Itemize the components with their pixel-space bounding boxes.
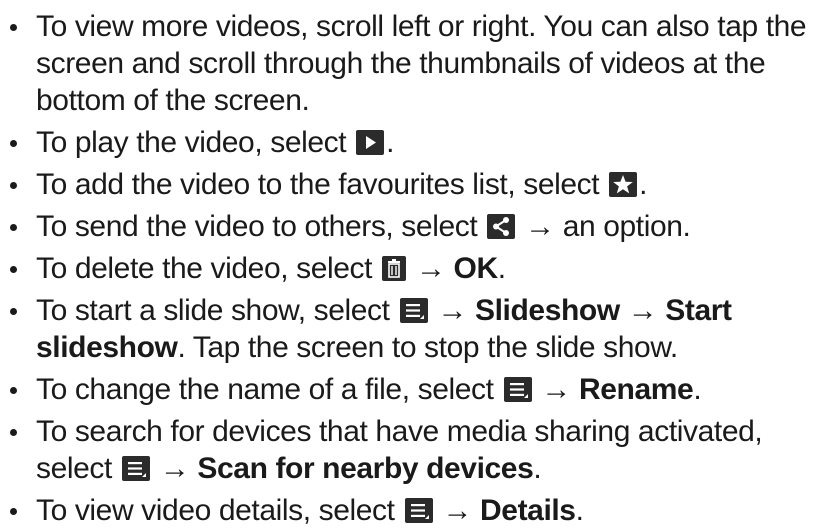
list-item: To search for devices that have media sh… bbox=[0, 413, 817, 487]
instruction-list: To view more videos, scroll left or righ… bbox=[0, 0, 817, 529]
list-item: To add the video to the favourites list,… bbox=[0, 166, 817, 203]
item-text: To add the video to the favourites list,… bbox=[36, 168, 600, 201]
star-icon bbox=[609, 172, 638, 197]
list-item: To start a slide show, select → Slidesho… bbox=[0, 292, 817, 366]
trash-icon bbox=[382, 256, 407, 281]
item-text-end: . bbox=[639, 168, 648, 201]
item-text: To send the video to others, select bbox=[36, 210, 478, 243]
arrow-text: → bbox=[429, 294, 475, 327]
item-text: To start a slide show, select bbox=[36, 294, 390, 327]
item-text: To delete the video, select bbox=[36, 252, 373, 285]
menu-icon bbox=[121, 456, 150, 481]
bold-label: Rename bbox=[578, 373, 694, 406]
item-text-end: . bbox=[497, 252, 506, 285]
arrow-text: → bbox=[619, 294, 666, 327]
list-item: To change the name of a file, select → R… bbox=[0, 371, 817, 408]
arrow-text: → bbox=[408, 252, 454, 285]
bold-label: Slideshow bbox=[475, 294, 620, 327]
play-icon bbox=[356, 130, 385, 155]
item-text: To play the video, select bbox=[36, 126, 347, 159]
item-text-end: . bbox=[693, 373, 702, 406]
item-text: To view more videos, scroll left or righ… bbox=[36, 10, 807, 117]
item-text: To change the name of a file, select bbox=[36, 373, 494, 406]
list-item: To delete the video, select → OK. bbox=[0, 250, 817, 287]
item-text-end: . bbox=[386, 126, 395, 159]
item-text-end: . bbox=[533, 452, 542, 485]
menu-icon bbox=[399, 298, 428, 323]
item-text-end: . Tap the screen to stop the slide show. bbox=[177, 331, 678, 364]
menu-icon bbox=[503, 377, 532, 402]
list-item: To send the video to others, select → an… bbox=[0, 208, 817, 245]
list-item: To play the video, select . bbox=[0, 124, 817, 161]
arrow-text: → bbox=[151, 452, 198, 485]
menu-icon bbox=[404, 498, 433, 523]
share-icon bbox=[487, 214, 516, 239]
list-item: To view more videos, scroll left or righ… bbox=[0, 8, 817, 119]
arrow-text: → bbox=[533, 373, 579, 406]
bold-label: Scan for nearby devices bbox=[197, 452, 534, 485]
bold-label: Details bbox=[480, 494, 576, 527]
bold-label: OK bbox=[453, 252, 499, 285]
item-text-end: . bbox=[575, 494, 584, 527]
arrow-text: → bbox=[434, 494, 481, 527]
item-text: To view video details, select bbox=[36, 494, 395, 527]
item-text-end: → an option. bbox=[517, 210, 691, 243]
list-item: To view video details, select → Details. bbox=[0, 492, 817, 529]
